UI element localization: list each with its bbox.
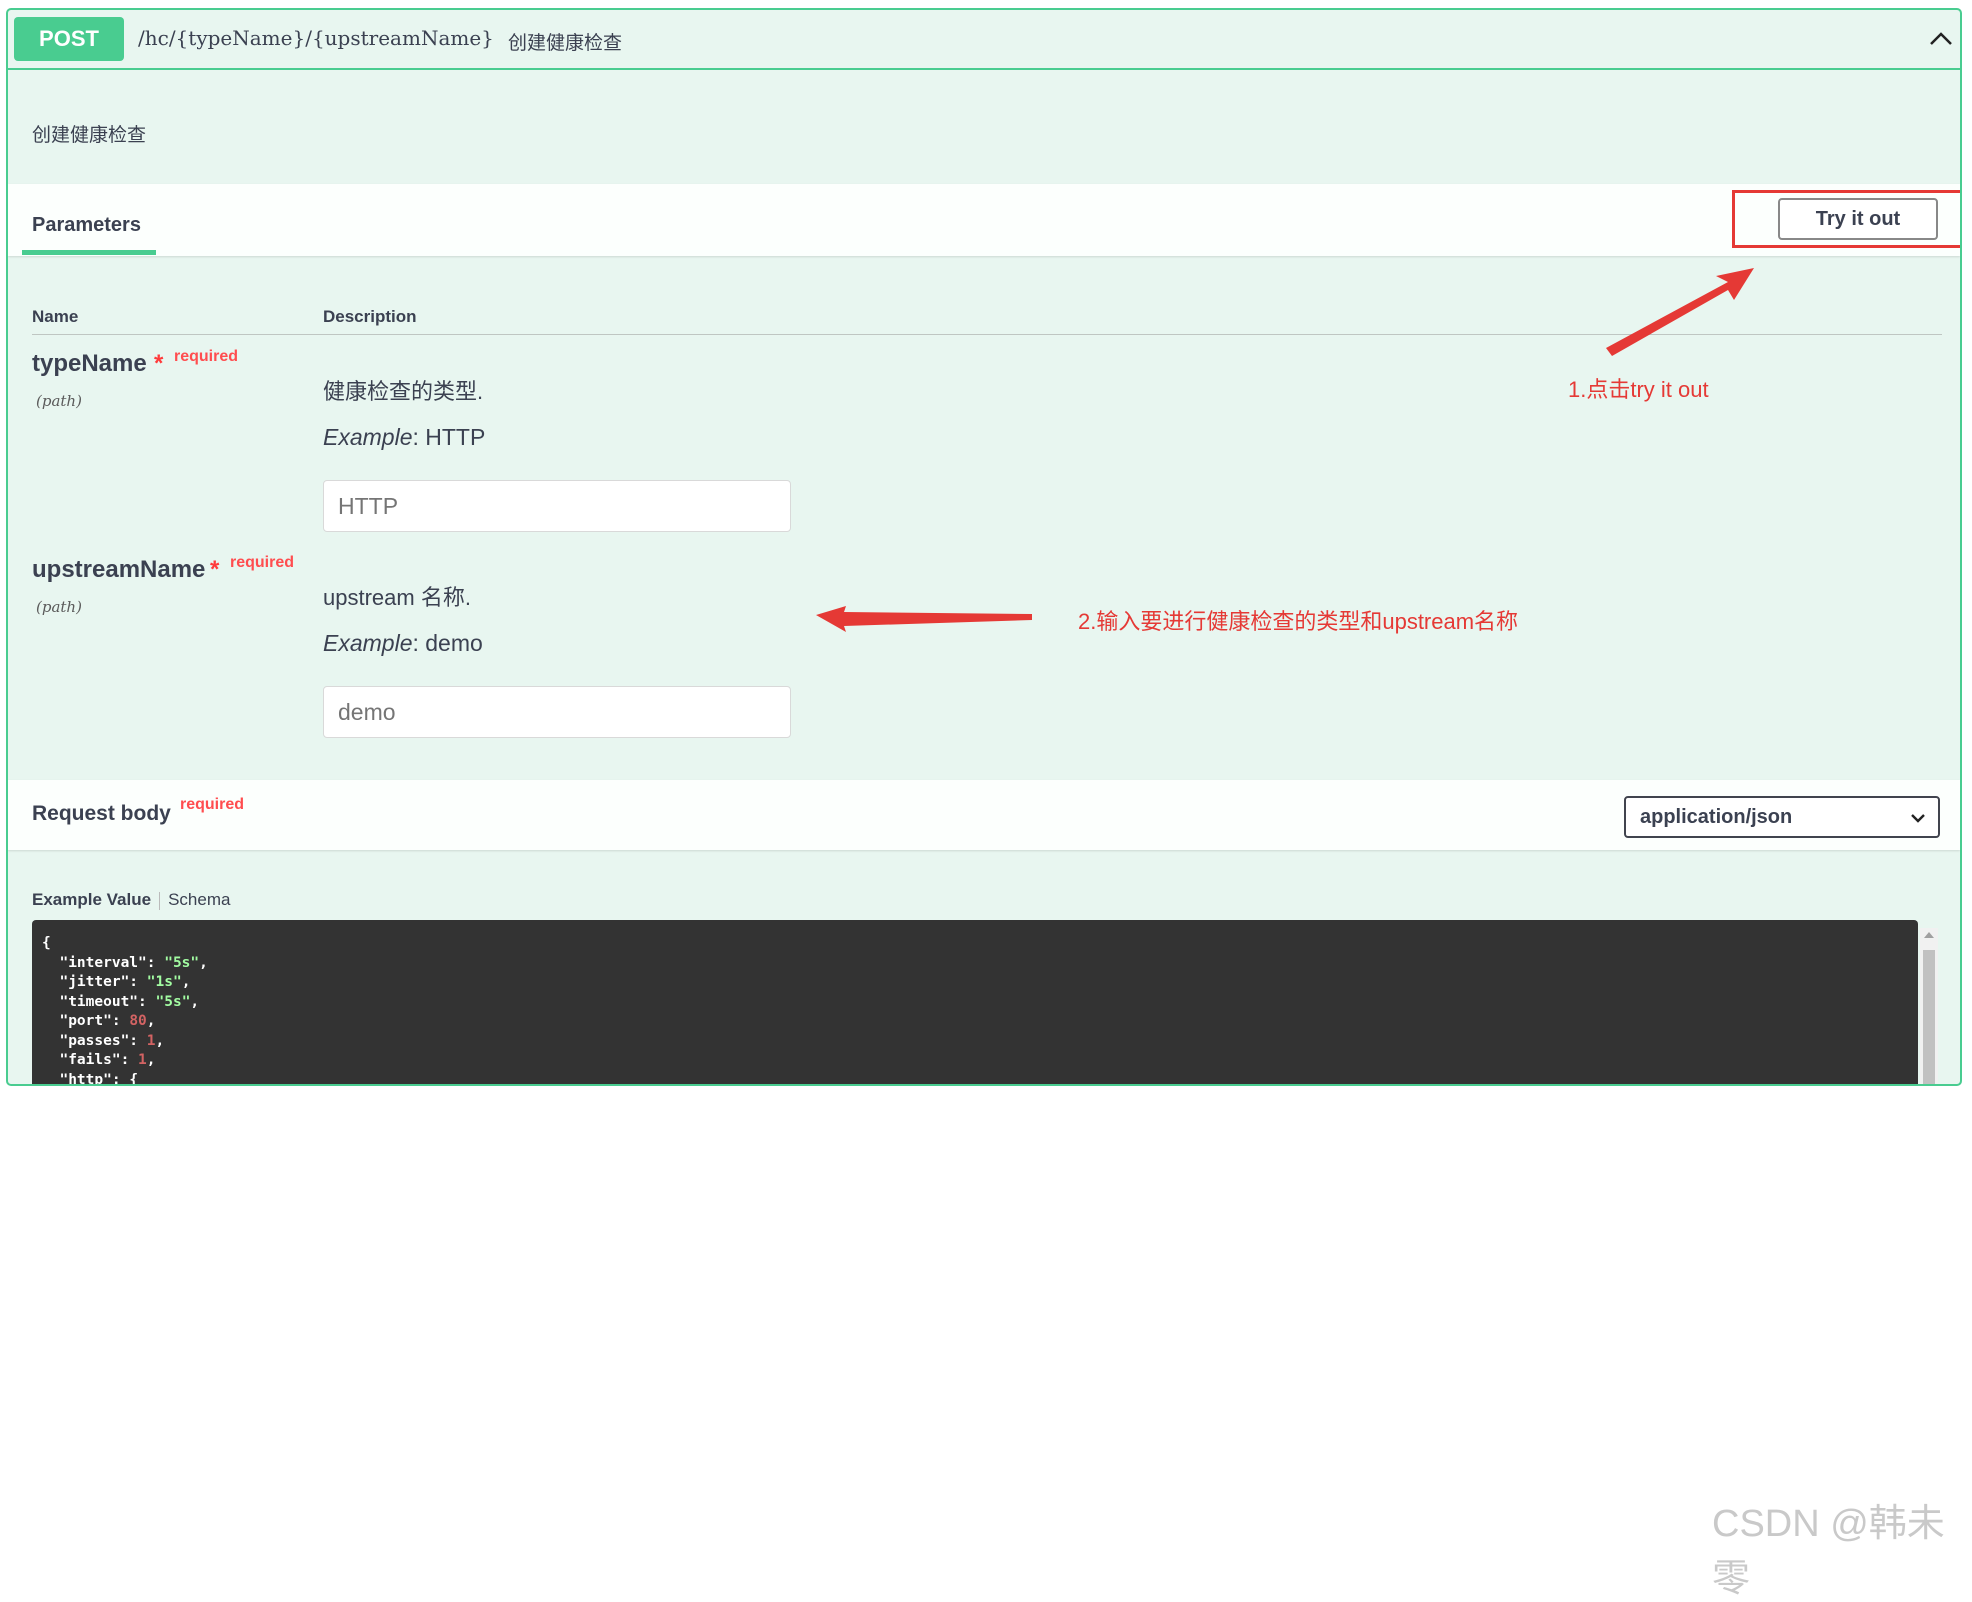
scroll-up-arrow-icon[interactable] xyxy=(1924,932,1934,938)
code-key: "port": xyxy=(42,1013,130,1029)
code-line: "jitter": "1s", xyxy=(42,973,1908,993)
chevron-down-icon xyxy=(1911,814,1925,823)
code-punct: , xyxy=(181,974,191,990)
required-label: required xyxy=(180,796,245,813)
code-key: "fails": xyxy=(42,1052,139,1068)
request-body-header: Request body required application/json xyxy=(8,780,1960,850)
operation-block: POST /hc/{typeName}/{upstreamName} 创建健康检… xyxy=(6,8,1962,1086)
code-key: "jitter": xyxy=(42,974,147,990)
code-punct: , xyxy=(199,954,208,971)
code-punct: , xyxy=(155,1032,165,1049)
content-type-select[interactable]: application/json xyxy=(1624,796,1940,838)
code-value: 1 xyxy=(138,1052,147,1068)
code-line: "http": { xyxy=(42,1071,1908,1086)
code-punct: , xyxy=(146,1052,156,1068)
code-line: "passes": 1, xyxy=(42,1032,1908,1052)
code-punct: { xyxy=(129,1071,139,1086)
tab-schema[interactable]: Schema xyxy=(168,890,230,909)
code-punct: , xyxy=(190,993,200,1010)
code-value: "1s" xyxy=(146,974,182,990)
watermark: CSDN @韩未零 xyxy=(1712,1503,1945,1600)
annotation-arrow-2 xyxy=(816,606,1032,632)
content-type-value: application/json xyxy=(1640,806,1793,828)
tab-separator xyxy=(159,891,161,910)
code-key: "passes": xyxy=(42,1032,147,1049)
annotation-step-2: 2.输入要进行健康检查的类型和upstream名称 xyxy=(1078,609,1519,634)
code-line: "interval": "5s", xyxy=(42,954,1908,974)
code-value: "5s" xyxy=(164,954,200,971)
code-value: "5s" xyxy=(155,993,191,1010)
request-body-title: Request body xyxy=(32,802,171,825)
tab-example-value[interactable]: Example Value xyxy=(32,890,151,909)
code-line: "port": 80, xyxy=(42,1012,1908,1032)
code-line: "timeout": "5s", xyxy=(42,993,1908,1013)
annotation-step-1: 1.点击try it out xyxy=(1568,377,1709,402)
code-scrollbar[interactable] xyxy=(1920,928,1938,1084)
code-key: "http": xyxy=(42,1071,130,1086)
scrollbar-thumb[interactable] xyxy=(1923,950,1935,1084)
code-punct: , xyxy=(146,1013,156,1029)
code-key: "timeout": xyxy=(42,993,156,1010)
example-json-code[interactable]: { "interval": "5s", "jitter": "1s", "tim… xyxy=(32,920,1918,1086)
code-line: { xyxy=(42,935,51,951)
code-value: 80 xyxy=(129,1013,147,1029)
code-line: "fails": 1, xyxy=(42,1051,1908,1071)
annotation-arrow-1 xyxy=(1606,268,1754,356)
code-key: "interval": xyxy=(42,954,165,971)
example-tabs: Example Value Schema xyxy=(32,890,230,910)
code-value: 1 xyxy=(146,1032,156,1049)
